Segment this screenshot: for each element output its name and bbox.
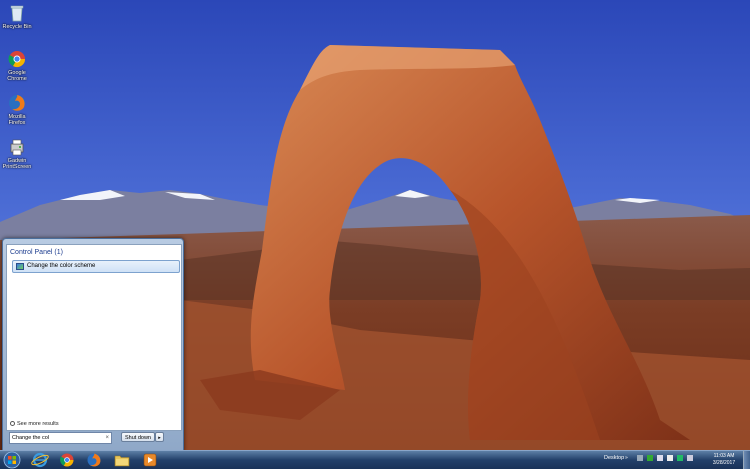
start-search-box[interactable]: × <box>9 432 112 444</box>
tray-flag-icon[interactable] <box>656 455 663 462</box>
search-results-pane: Control Panel (1) Change the color schem… <box>6 244 182 421</box>
desktop-icon-mozilla-firefox[interactable]: Mozilla Firefox <box>0 94 34 126</box>
desktop-icon-label: Gadwin PrintScreen <box>2 158 32 170</box>
tray-display-icon[interactable] <box>686 455 693 462</box>
shutdown-options-arrow-icon[interactable]: ▸ <box>155 432 164 442</box>
toolbar-chevron-icon[interactable]: » <box>625 455 628 461</box>
explorer-folder-icon[interactable] <box>111 452 133 468</box>
chrome-icon[interactable] <box>56 452 78 468</box>
desktop-icon-google-chrome[interactable]: Google Chrome <box>0 50 34 82</box>
tray-network-icon[interactable] <box>646 455 653 462</box>
shutdown-button[interactable]: Shut down <box>121 432 155 442</box>
see-more-row: See more results <box>6 419 182 431</box>
system-clock[interactable]: 11:03 AM 3/28/2017 <box>708 453 740 466</box>
recycle-bin-icon <box>8 4 26 22</box>
clock-date: 3/28/2017 <box>712 459 736 466</box>
tray-volume-icon[interactable] <box>666 455 673 462</box>
results-group-header[interactable]: Control Panel (1) <box>10 249 63 256</box>
taskbar: Desktop » 11:03 AM 3/28/2017 <box>0 450 750 469</box>
printscreen-icon <box>8 138 26 156</box>
show-desktop-button[interactable] <box>743 451 750 469</box>
search-icon <box>10 421 15 426</box>
notification-area <box>637 455 695 465</box>
windows-orb-icon[interactable] <box>2 451 22 469</box>
desktop-icon-label: Recycle Bin <box>2 24 32 30</box>
see-more-label: See more results <box>17 421 59 427</box>
search-input[interactable] <box>10 433 98 443</box>
start-menu: Control Panel (1) Change the color schem… <box>2 238 184 452</box>
desktop-icon-recycle-bin[interactable]: Recycle Bin <box>0 4 34 30</box>
result-item-change-color-scheme[interactable]: Change the color scheme <box>12 260 180 273</box>
chrome-icon <box>8 50 26 68</box>
tray-app-icon[interactable] <box>676 455 683 462</box>
media-player-icon[interactable] <box>139 452 161 468</box>
result-item-label: Change the color scheme <box>27 263 96 269</box>
internet-explorer-icon[interactable] <box>29 452 51 468</box>
firefox-icon <box>8 94 26 112</box>
clear-search-icon[interactable]: × <box>105 433 109 443</box>
control-panel-icon <box>16 263 24 270</box>
tray-arrow-icon[interactable] <box>637 455 643 462</box>
desktop-icon-label: Google Chrome <box>7 70 27 82</box>
desktop-toolbar-label[interactable]: Desktop <box>604 455 624 461</box>
desktop-icon-gadwin-printscreen[interactable]: Gadwin PrintScreen <box>0 138 34 170</box>
see-more-results-link[interactable]: See more results <box>10 421 59 427</box>
firefox-icon[interactable] <box>83 452 105 468</box>
desktop-icon-label: Mozilla Firefox <box>8 114 26 126</box>
